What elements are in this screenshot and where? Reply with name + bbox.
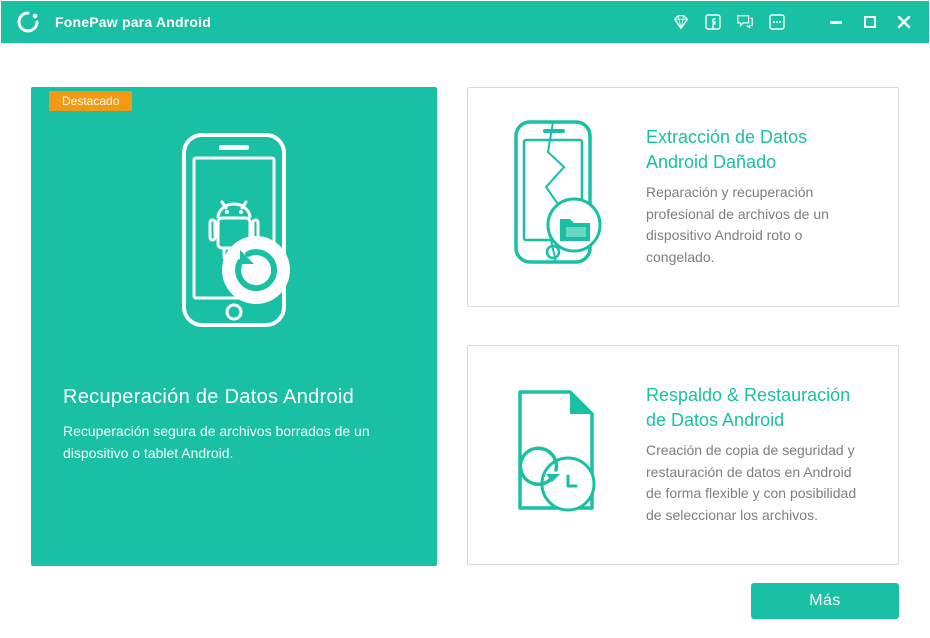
card-backup-restore[interactable]: Respaldo & Restauración de Datos Android… bbox=[467, 345, 899, 565]
card-broken-extraction[interactable]: Extracción de Datos Android Dañado Repar… bbox=[467, 87, 899, 307]
window-minimize-button[interactable] bbox=[825, 21, 847, 24]
broken-phone-icon bbox=[498, 112, 618, 282]
backup-file-icon bbox=[498, 370, 618, 540]
window-close-button[interactable] bbox=[893, 11, 915, 33]
facebook-icon[interactable] bbox=[703, 12, 723, 32]
content-area: Destacado bbox=[1, 43, 929, 637]
app-logo-icon bbox=[15, 9, 41, 35]
card-recovery-desc: Recuperación segura de archivos borrados… bbox=[63, 421, 373, 464]
title-bar-actions bbox=[671, 11, 915, 33]
card-backup-title: Respaldo & Restauración de Datos Android bbox=[646, 383, 868, 432]
window-maximize-button[interactable] bbox=[859, 15, 881, 29]
app-title: FonePaw para Android bbox=[55, 14, 211, 30]
card-broken-desc: Reparación y recuperación profesional de… bbox=[646, 182, 868, 269]
diamond-icon[interactable] bbox=[671, 12, 691, 32]
title-bar: FonePaw para Android bbox=[1, 1, 929, 43]
card-recovery-title: Recuperación de Datos Android bbox=[63, 386, 405, 409]
feedback-icon[interactable] bbox=[735, 12, 755, 32]
app-window: FonePaw para Android bbox=[0, 0, 930, 638]
more-button[interactable]: Más bbox=[751, 583, 899, 619]
recovery-phone-icon bbox=[31, 87, 437, 382]
card-backup-desc: Creación de copia de seguridad y restaur… bbox=[646, 440, 868, 527]
menu-more-icon[interactable] bbox=[767, 12, 787, 32]
featured-badge: Destacado bbox=[49, 91, 132, 111]
card-recovery[interactable]: Destacado bbox=[31, 87, 437, 566]
card-broken-title: Extracción de Datos Android Dañado bbox=[646, 125, 868, 174]
